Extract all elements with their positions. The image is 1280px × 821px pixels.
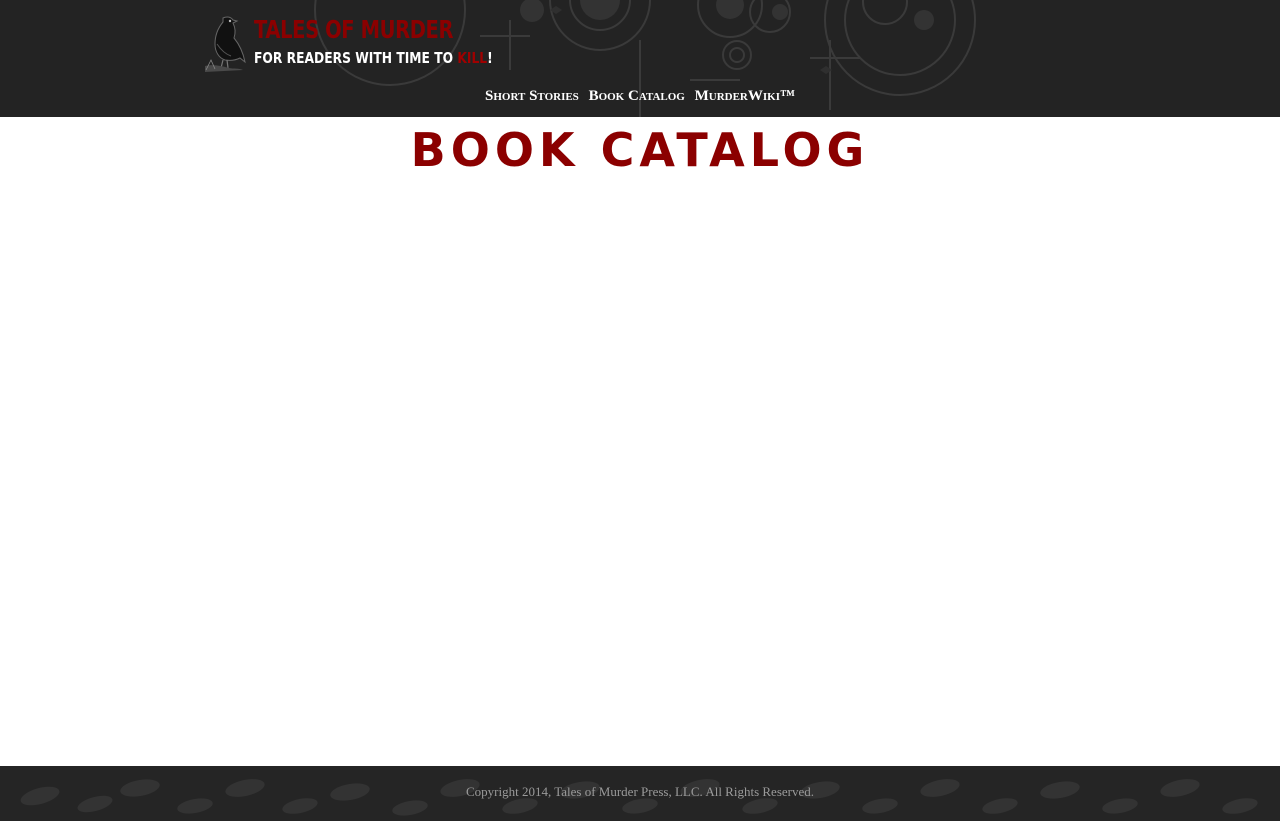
tagline-highlight: KILL [457,49,488,67]
page-title: BOOK CATALOG [410,123,870,177]
nav-book-catalog[interactable]: Book Catalog [589,88,685,104]
tagline-suffix: ! [487,49,493,67]
copyright-text: Copyright 2014, Tales of Murder Press, L… [465,784,815,799]
nav-murderwiki[interactable]: MurderWiki™ [695,88,795,104]
tagline-prefix: FOR READERS WITH TIME TO [254,49,458,67]
nav-short-stories[interactable]: Short Stories [485,88,579,104]
site-header: TALES OF MURDER FOR READERS WITH TIME TO… [0,0,1280,117]
raven-icon [205,16,246,72]
site-logo[interactable]: TALES OF MURDER FOR READERS WITH TIME TO… [203,14,493,74]
logo-title: TALES OF MURDER [254,15,454,44]
site-footer: Copyright 2014, Tales of Murder Press, L… [0,766,1280,821]
logo-tagline: FOR READERS WITH TIME TO KILL! [254,48,493,68]
main-nav: Short Stories Book Catalog MurderWiki™ [0,86,1280,106]
